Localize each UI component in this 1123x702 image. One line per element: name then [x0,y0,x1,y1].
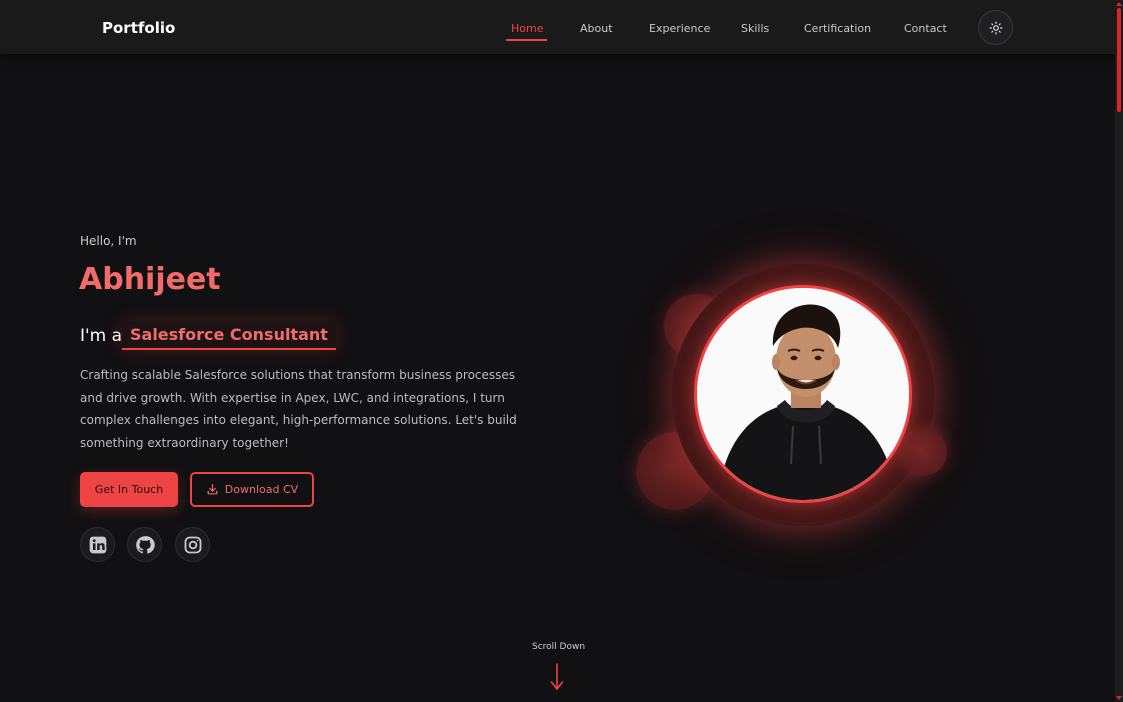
download-cv-label: Download CV [224,483,299,496]
nav-about[interactable]: About [580,22,613,35]
navbar: Portfolio Home About Experience Skills C… [0,0,1115,54]
profile-person-illustration [697,288,909,500]
scroll-up-arrow[interactable] [1116,2,1122,6]
github-icon [135,535,155,554]
instagram-link[interactable] [175,527,210,562]
get-in-touch-label: Get In Touch [94,483,164,496]
linkedin-icon [89,536,106,553]
profile-photo [694,285,912,503]
download-cv-button[interactable]: Download CV [190,472,314,507]
arrow-down-icon[interactable] [550,662,564,692]
nav-skills[interactable]: Skills [741,22,769,35]
nav-contact[interactable]: Contact [904,22,947,35]
page-scrollbar[interactable] [1115,0,1123,702]
nav-experience[interactable]: Experience [649,22,710,35]
nav-active-indicator [506,39,547,41]
get-in-touch-button[interactable]: Get In Touch [80,472,178,507]
download-icon [207,484,218,495]
scrollbar-thumb[interactable] [1117,8,1121,112]
hero-greeting: Hello, I'm [80,234,137,248]
instagram-icon [184,536,201,553]
decorative-bubble [899,428,947,476]
hero-name: Abhijeet [79,262,221,297]
hero-description: Crafting scalable Salesforce solutions t… [80,368,517,450]
nav-certification[interactable]: Certification [804,22,871,35]
theme-toggle-button[interactable] [978,10,1013,45]
scroll-down-arrow-button[interactable] [1116,696,1122,700]
sun-icon [989,21,1002,34]
nav-home[interactable]: Home [511,22,543,35]
scroll-down-label[interactable]: Scroll Down [532,642,585,652]
role-prefix: I'm a [80,326,123,346]
brand-logo[interactable]: Portfolio [102,19,175,37]
role-title: Salesforce Consultant [122,321,336,350]
linkedin-link[interactable] [80,527,115,562]
github-link[interactable] [127,527,162,562]
